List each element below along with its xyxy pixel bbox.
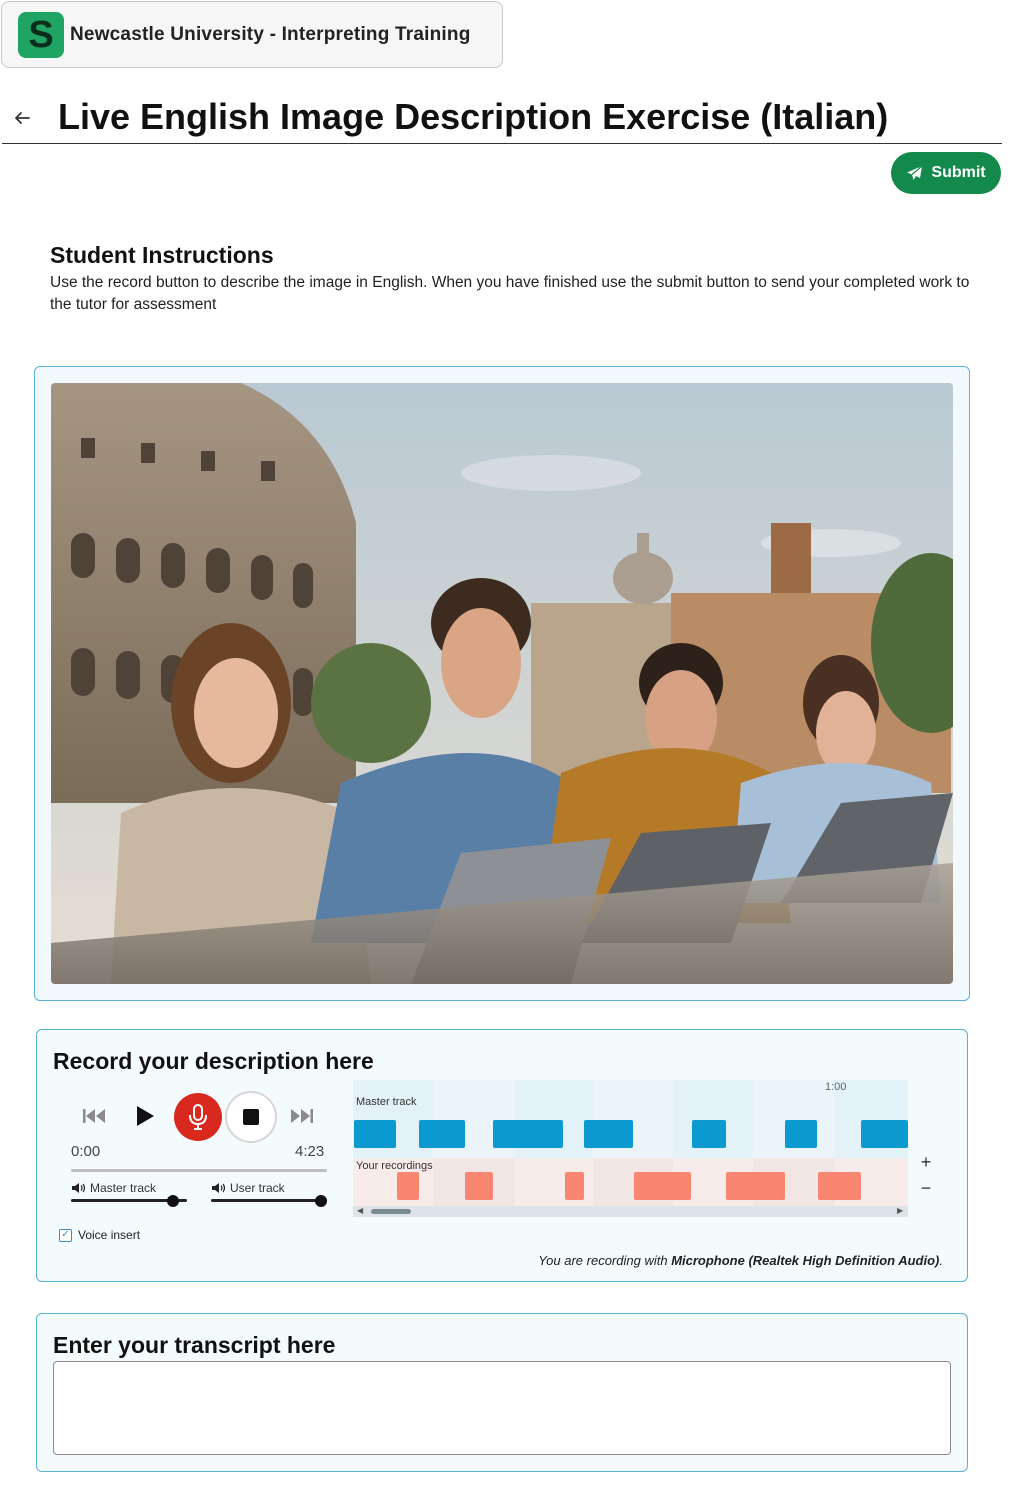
play-button[interactable] [133, 1102, 157, 1130]
master-volume-label: Master track [71, 1181, 156, 1195]
master-clip[interactable] [861, 1120, 908, 1148]
total-time: 4:23 [295, 1143, 325, 1160]
user-volume-handle[interactable] [315, 1195, 328, 1207]
timeline-scrollbar[interactable] [353, 1206, 908, 1217]
exercise-image [51, 383, 953, 984]
record-button[interactable] [174, 1093, 222, 1141]
record-panel: Record your description here 0:00 4:23 M… [36, 1029, 968, 1282]
playback-progress[interactable] [71, 1169, 327, 1172]
master-track-label: Master track [90, 1181, 157, 1195]
transcript-heading: Enter your transcript here [53, 1332, 336, 1358]
transcript-panel: Enter your transcript here [36, 1313, 968, 1472]
user-clip[interactable] [465, 1172, 493, 1200]
app-header: S Newcastle University - Interpreting Tr… [1, 1, 503, 68]
master-clip[interactable] [584, 1120, 633, 1148]
instructions-heading: Student Instructions [50, 242, 274, 268]
current-time: 0:00 [71, 1143, 101, 1160]
zoom-in-icon[interactable]: + [917, 1152, 935, 1173]
submit-label: Submit [931, 164, 986, 181]
timeline[interactable]: 1:00 Master track Your recordings ◀ ▶ [353, 1080, 908, 1217]
user-volume-slider[interactable] [211, 1199, 327, 1202]
user-clip[interactable] [397, 1172, 419, 1200]
user-track-label: User track [230, 1181, 285, 1195]
timeline-scrollbar-thumb[interactable] [371, 1209, 411, 1214]
image-panel [34, 366, 970, 1001]
instructions-text: Use the record button to describe the im… [50, 274, 970, 313]
master-clip[interactable] [419, 1120, 465, 1148]
microphone-status: You are recording with Microphone (Realt… [538, 1253, 943, 1268]
paper-plane-icon [907, 165, 923, 180]
master-clip[interactable] [692, 1120, 726, 1148]
zoom-out-icon[interactable]: − [917, 1178, 935, 1199]
user-clip[interactable] [565, 1172, 584, 1200]
user-volume-label: User track [211, 1181, 285, 1195]
speaker-icon [72, 1183, 86, 1193]
mic-device: Microphone (Realtek High Definition Audi… [671, 1253, 940, 1268]
voice-insert-checkbox[interactable]: ✓ [59, 1228, 72, 1242]
speaker-icon [212, 1183, 226, 1193]
skip-forward-button[interactable] [289, 1103, 315, 1129]
transcript-input[interactable] [53, 1361, 951, 1455]
scroll-right-icon[interactable]: ▶ [897, 1206, 903, 1215]
user-clip[interactable] [726, 1172, 785, 1200]
voice-insert-label: Voice insert [78, 1228, 141, 1242]
master-clip[interactable] [785, 1120, 817, 1148]
master-volume-handle[interactable] [167, 1195, 180, 1207]
master-lane-label: Master track [356, 1096, 417, 1108]
back-arrow-icon[interactable] [12, 108, 32, 128]
skip-back-button[interactable] [81, 1103, 107, 1129]
microphone-icon [189, 1104, 207, 1130]
voice-insert-option[interactable]: ✓ Voice insert [59, 1228, 140, 1242]
master-clip[interactable] [493, 1120, 563, 1148]
stop-icon [243, 1109, 259, 1125]
time-marker: 1:00 [825, 1081, 847, 1093]
user-lane-label: Your recordings [356, 1160, 433, 1172]
app-name: Newcastle University - Interpreting Trai… [70, 23, 471, 45]
master-clip[interactable] [354, 1120, 396, 1148]
skip-back-icon [83, 1109, 105, 1123]
submit-button[interactable]: Submit [891, 152, 1001, 194]
app-logo-icon: S [18, 11, 64, 58]
mic-suffix: . [939, 1253, 943, 1268]
mic-prefix: You are recording with [538, 1253, 672, 1268]
user-clip[interactable] [818, 1172, 861, 1200]
svg-text:S: S [28, 16, 53, 54]
title-divider [2, 143, 1002, 144]
page-title: Live English Image Description Exercise … [58, 96, 889, 137]
play-icon [137, 1106, 154, 1126]
scroll-left-icon[interactable]: ◀ [357, 1206, 363, 1215]
stop-button[interactable] [225, 1091, 277, 1143]
skip-forward-icon [291, 1109, 313, 1123]
user-clip[interactable] [634, 1172, 691, 1200]
record-heading: Record your description here [53, 1048, 374, 1074]
